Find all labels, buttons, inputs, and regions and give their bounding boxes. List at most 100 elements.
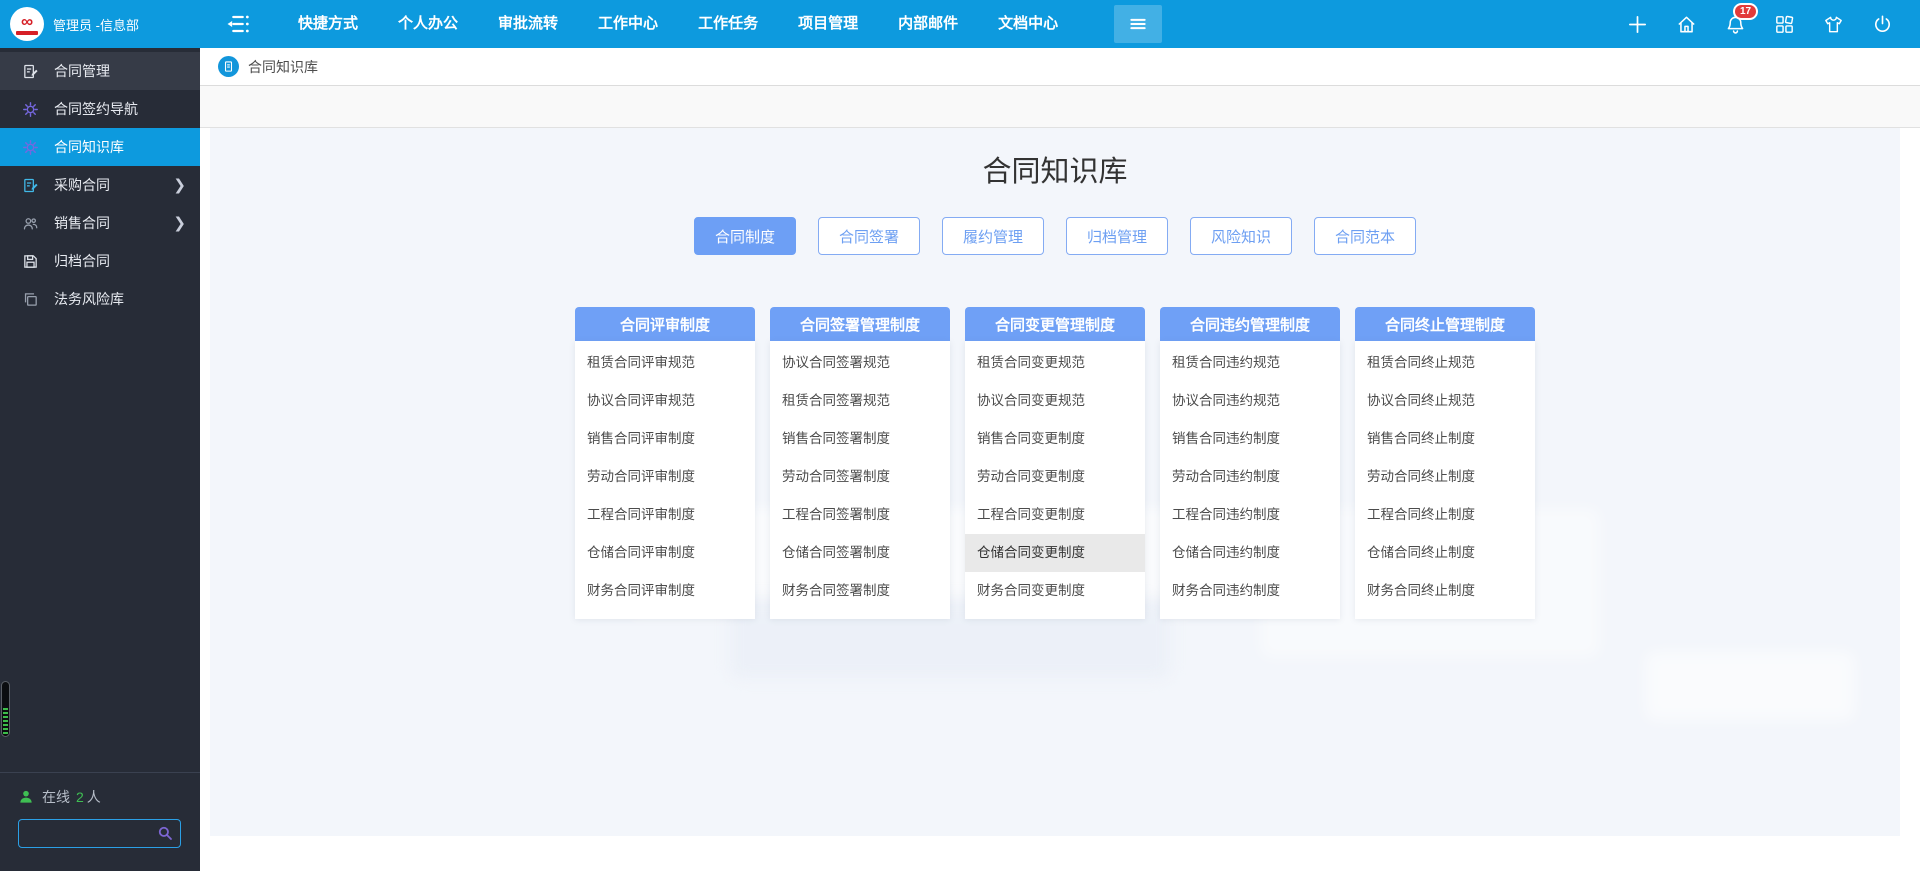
knowledge-item[interactable]: 仓储合同终止制度 [1355, 534, 1535, 572]
knowledge-item[interactable]: 财务合同违约制度 [1160, 572, 1340, 610]
tab-contract-template[interactable]: 合同范本 [1314, 217, 1416, 255]
knowledge-item[interactable]: 协议合同终止规范 [1355, 382, 1535, 420]
column-contract-change-rules: 合同变更管理制度 租赁合同变更规范 协议合同变更规范 销售合同变更制度 劳动合同… [965, 307, 1145, 619]
knowledge-item-highlighted[interactable]: 仓储合同变更制度 [965, 534, 1145, 572]
column-body: 租赁合同评审规范 协议合同评审规范 销售合同评审制度 劳动合同评审制度 工程合同… [575, 341, 755, 619]
apps-button[interactable] [1770, 10, 1798, 38]
nav-item-work-tasks[interactable]: 工作任务 [678, 0, 778, 48]
app-root: ∞ 管理员 -信息部 快捷方式 个人办公 审批流转 工作中心 工作任务 项目管理… [0, 0, 1920, 871]
gear-icon [22, 139, 39, 156]
knowledge-item[interactable]: 租赁合同评审规范 [575, 344, 755, 382]
knowledge-item[interactable]: 工程合同签署制度 [770, 496, 950, 534]
nav-item-document-center[interactable]: 文档中心 [978, 0, 1078, 48]
content-panel: 合同知识库 合同制度 合同签署 履约管理 归档管理 风险知识 合同范本 合同评审… [210, 128, 1900, 836]
theme-button[interactable] [1819, 10, 1847, 38]
knowledge-item[interactable]: 协议合同变更规范 [965, 382, 1145, 420]
column-body: 协议合同签署规范 租赁合同签署规范 销售合同签署制度 劳动合同签署制度 工程合同… [770, 341, 950, 619]
sidebar-item-contract-management[interactable]: 合同管理 [0, 52, 200, 90]
hamburger-icon [1128, 14, 1148, 34]
knowledge-item[interactable]: 劳动合同违约制度 [1160, 458, 1340, 496]
collapse-menu-icon [224, 10, 252, 38]
knowledge-item[interactable]: 仓储合同签署制度 [770, 534, 950, 572]
knowledge-item[interactable]: 财务合同评审制度 [575, 572, 755, 610]
nav-item-shortcuts[interactable]: 快捷方式 [278, 0, 378, 48]
sidebar-item-label: 合同管理 [54, 61, 110, 81]
tab-risk-knowledge[interactable]: 风险知识 [1190, 217, 1292, 255]
sidebar-item-legal-risk-library[interactable]: 法务风险库 [0, 280, 200, 318]
knowledge-item[interactable]: 财务合同变更制度 [965, 572, 1145, 610]
nav-item-internal-mail[interactable]: 内部邮件 [878, 0, 978, 48]
column-header[interactable]: 合同评审制度 [575, 307, 755, 341]
sidebar: 合同管理 合同签约导航 [0, 48, 200, 871]
page-title: 合同知识库 [210, 128, 1900, 190]
online-count: 2 [76, 789, 84, 805]
column-header[interactable]: 合同变更管理制度 [965, 307, 1145, 341]
tab-performance-management[interactable]: 履约管理 [942, 217, 1044, 255]
knowledge-item[interactable]: 协议合同评审规范 [575, 382, 755, 420]
logo-text-mark [16, 31, 38, 35]
knowledge-item[interactable]: 销售合同变更制度 [965, 420, 1145, 458]
knowledge-item[interactable]: 销售合同终止制度 [1355, 420, 1535, 458]
document-icon [218, 56, 239, 77]
knowledge-item[interactable]: 劳动合同评审制度 [575, 458, 755, 496]
column-header[interactable]: 合同违约管理制度 [1160, 307, 1340, 341]
nav-item-approval-flow[interactable]: 审批流转 [478, 0, 578, 48]
sidebar-item-archived-contract[interactable]: 归档合同 [0, 242, 200, 280]
tab-archive-management[interactable]: 归档管理 [1066, 217, 1168, 255]
home-button[interactable] [1672, 10, 1700, 38]
knowledge-item[interactable]: 劳动合同变更制度 [965, 458, 1145, 496]
nav-item-personal-office[interactable]: 个人办公 [378, 0, 478, 48]
copy-icon [22, 291, 39, 308]
knowledge-item[interactable]: 销售合同签署制度 [770, 420, 950, 458]
knowledge-item[interactable]: 仓储合同违约制度 [1160, 534, 1340, 572]
tab-contract-signing[interactable]: 合同签署 [818, 217, 920, 255]
chevron-right-icon: ❯ [173, 178, 186, 193]
knowledge-item[interactable]: 仓储合同评审制度 [575, 534, 755, 572]
knowledge-item[interactable]: 租赁合同签署规范 [770, 382, 950, 420]
nav-item-work-center[interactable]: 工作中心 [578, 0, 678, 48]
column-body: 租赁合同违约规范 协议合同违约规范 销售合同违约制度 劳动合同违约制度 工程合同… [1160, 341, 1340, 619]
knowledge-item[interactable]: 租赁合同终止规范 [1355, 344, 1535, 382]
sidebar-item-sales-contract[interactable]: 销售合同 ❯ [0, 204, 200, 242]
knowledge-item[interactable]: 租赁合同违约规范 [1160, 344, 1340, 382]
sidebar-item-label: 销售合同 [54, 213, 110, 233]
column-header[interactable]: 合同签署管理制度 [770, 307, 950, 341]
gear-icon [22, 101, 39, 118]
activity-indicator[interactable] [1, 681, 10, 737]
knowledge-item[interactable]: 协议合同违约规范 [1160, 382, 1340, 420]
sidebar-item-contract-knowledge-base[interactable]: 合同知识库 [0, 128, 200, 166]
topbar-action-icons: 17 [1623, 10, 1920, 38]
knowledge-item[interactable]: 工程合同违约制度 [1160, 496, 1340, 534]
column-contract-signing-rules: 合同签署管理制度 协议合同签署规范 租赁合同签署规范 销售合同签署制度 劳动合同… [770, 307, 950, 619]
sidebar-item-label: 合同知识库 [54, 137, 124, 157]
search-icon[interactable] [156, 824, 174, 842]
knowledge-item[interactable]: 工程合同变更制度 [965, 496, 1145, 534]
sidebar-item-contract-signing-navigation[interactable]: 合同签约导航 [0, 90, 200, 128]
knowledge-item[interactable]: 销售合同评审制度 [575, 420, 755, 458]
nav-item-project-management[interactable]: 项目管理 [778, 0, 878, 48]
column-body: 租赁合同终止规范 协议合同终止规范 销售合同终止制度 劳动合同终止制度 工程合同… [1355, 341, 1535, 619]
knowledge-item[interactable]: 劳动合同终止制度 [1355, 458, 1535, 496]
category-tabs: 合同制度 合同签署 履约管理 归档管理 风险知识 合同范本 [210, 217, 1900, 255]
brand-area[interactable]: ∞ 管理员 -信息部 [0, 0, 200, 48]
more-menus-button[interactable] [1114, 5, 1162, 43]
knowledge-item[interactable]: 财务合同签署制度 [770, 572, 950, 610]
sidebar-item-label: 归档合同 [54, 251, 110, 271]
add-button[interactable] [1623, 10, 1651, 38]
knowledge-item[interactable]: 销售合同违约制度 [1160, 420, 1340, 458]
knowledge-item[interactable]: 劳动合同签署制度 [770, 458, 950, 496]
knowledge-item[interactable]: 租赁合同变更规范 [965, 344, 1145, 382]
knowledge-item[interactable]: 协议合同签署规范 [770, 344, 950, 382]
online-status: 在线 2 人 [18, 787, 182, 807]
notifications-button[interactable]: 17 [1721, 10, 1749, 38]
chevron-right-icon: ❯ [173, 216, 186, 231]
column-body: 租赁合同变更规范 协议合同变更规范 销售合同变更制度 劳动合同变更制度 工程合同… [965, 341, 1145, 619]
knowledge-item[interactable]: 工程合同终止制度 [1355, 496, 1535, 534]
power-button[interactable] [1868, 10, 1896, 38]
sidebar-item-purchase-contract[interactable]: 采购合同 ❯ [0, 166, 200, 204]
tab-contract-rules[interactable]: 合同制度 [694, 217, 796, 255]
knowledge-item[interactable]: 财务合同终止制度 [1355, 572, 1535, 610]
column-header[interactable]: 合同终止管理制度 [1355, 307, 1535, 341]
sidebar-collapse-button[interactable] [224, 10, 252, 38]
knowledge-item[interactable]: 工程合同评审制度 [575, 496, 755, 534]
